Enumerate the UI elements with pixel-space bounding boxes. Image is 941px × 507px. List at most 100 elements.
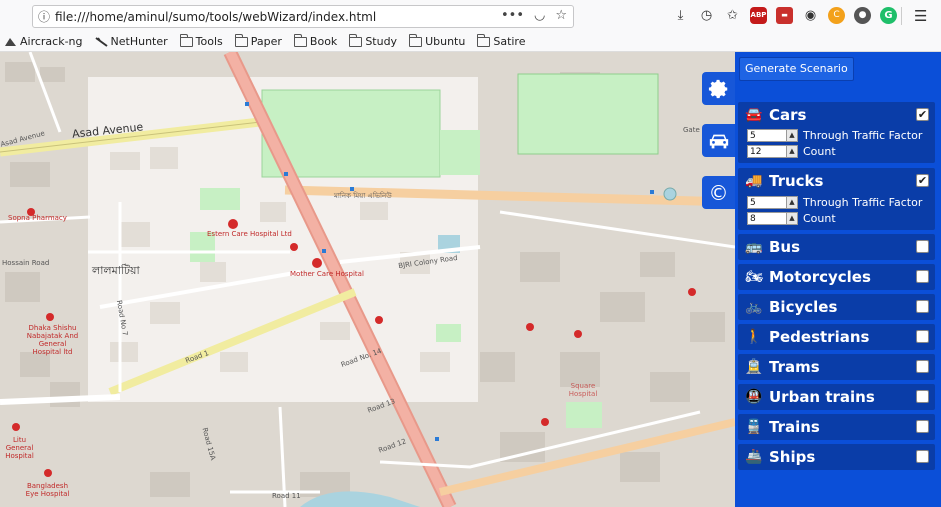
bookmark-nethunter[interactable]: NetHunter — [94, 35, 168, 48]
mode-title: Pedestrians — [769, 328, 870, 346]
map-canvas[interactable]: Asad Avenue Asad Avenue Estern Care Hosp… — [0, 52, 735, 507]
mode-title: Motorcycles — [769, 268, 871, 286]
bus-checkbox[interactable] — [916, 240, 929, 253]
row-label: Count — [803, 212, 836, 225]
pocket-icon[interactable]: ◡ — [534, 8, 545, 23]
mode-ships: 🚢 Ships — [738, 444, 935, 470]
motorcycle-icon: 🏍 — [745, 269, 763, 285]
clipper-icon[interactable]: C — [828, 7, 845, 24]
pedestrian-icon: 🚶 — [745, 329, 763, 345]
bookmark-paper[interactable]: Paper — [234, 33, 282, 48]
cars-through-traffic-input[interactable]: 5 — [747, 129, 787, 142]
bookmark-satire[interactable]: Satire — [477, 33, 525, 48]
copyright-tab[interactable]: © — [702, 176, 735, 209]
mode-title: Bus — [769, 238, 801, 256]
bookmark-study[interactable]: Study — [349, 33, 397, 48]
gate-label: Gate — [683, 126, 700, 134]
mode-trucks: 🚚 Trucks ✔ 5 ▲ Through Traffic Factor 8 … — [738, 168, 935, 230]
ship-icon: 🚢 — [745, 449, 763, 465]
hospital-label: Sopna Pharmacy — [8, 214, 67, 222]
dark-addon-icon[interactable]: ● — [854, 7, 871, 24]
url-bar[interactable]: ⓘ file:///home/aminul/sumo/tools/webWiza… — [32, 5, 574, 28]
info-icon[interactable]: ⓘ — [33, 8, 55, 25]
mode-trains: 🚆 Trains — [738, 414, 935, 440]
row-label: Through Traffic Factor — [803, 196, 923, 209]
nethunter-icon — [94, 36, 108, 47]
url-text[interactable]: file:///home/aminul/sumo/tools/webWizard… — [55, 10, 376, 24]
train-icon: 🚆 — [745, 419, 763, 435]
rss-icon[interactable]: ▬ — [776, 7, 793, 24]
road-label: মানিক মিয়া এভিনিউ — [334, 192, 392, 200]
spinner-icon[interactable]: ▲ — [787, 129, 798, 142]
mode-cars: 🚘 Cars ✔ 5 ▲ Through Traffic Factor 12 ▲… — [738, 102, 935, 163]
cars-count-input[interactable]: 12 — [747, 145, 787, 158]
trucks-checkbox[interactable]: ✔ — [916, 174, 929, 187]
aircrack-icon — [5, 37, 16, 46]
page-actions-icon[interactable]: ••• — [501, 8, 524, 23]
hospital-label: Mother Care Hospital — [290, 270, 364, 278]
truck-icon: 🚚 — [745, 173, 763, 189]
row-label: Through Traffic Factor — [803, 129, 923, 142]
bookmark-tools[interactable]: Tools — [179, 33, 223, 48]
row-label: Count — [803, 145, 836, 158]
devtools-icon[interactable]: ◉ — [802, 7, 819, 24]
browser-toolbar: ⓘ file:///home/aminul/sumo/tools/webWiza… — [0, 0, 941, 32]
road-label: Hossain Road — [2, 259, 50, 267]
car-icon — [709, 134, 728, 148]
road-label: Road 11 — [272, 492, 301, 500]
mode-title: Trains — [769, 418, 820, 436]
trucks-through-traffic-input[interactable]: 5 — [747, 196, 787, 209]
bookmarks-bar: Aircrack-ng NetHunter Tools Paper Book S… — [0, 32, 941, 52]
folder-icon — [349, 33, 363, 47]
download-icon[interactable]: ⤓ — [672, 7, 689, 24]
trams-checkbox[interactable] — [916, 360, 929, 373]
hamburger-menu-icon[interactable]: ☰ — [914, 7, 927, 25]
mode-urban-trains: 🚇 Urban trains — [738, 384, 935, 410]
trains-checkbox[interactable] — [916, 420, 929, 433]
tram-icon: 🚊 — [745, 359, 763, 375]
spinner-icon[interactable]: ▲ — [787, 145, 798, 158]
subway-icon: 🚇 — [745, 389, 763, 405]
ships-checkbox[interactable] — [916, 450, 929, 463]
history-icon[interactable]: ◷ — [698, 7, 715, 24]
car-icon: 🚘 — [745, 107, 763, 123]
mode-title: Bicycles — [769, 298, 838, 316]
settings-tab[interactable] — [702, 72, 735, 105]
vehicles-tab[interactable] — [702, 124, 735, 157]
trucks-count-input[interactable]: 8 — [747, 212, 787, 225]
toolbar-separator — [901, 7, 902, 25]
spinner-icon[interactable]: ▲ — [787, 212, 798, 225]
star-icon[interactable]: ☆ — [555, 8, 567, 23]
urban-trains-checkbox[interactable] — [916, 390, 929, 403]
cars-checkbox[interactable]: ✔ — [916, 108, 929, 121]
reader-icon[interactable]: ✩ — [724, 7, 741, 24]
spinner-icon[interactable]: ▲ — [787, 196, 798, 209]
bus-icon: 🚌 — [745, 239, 763, 255]
grammarly-icon[interactable]: G — [880, 7, 897, 24]
bookmark-aircrack[interactable]: Aircrack-ng — [4, 35, 83, 48]
motorcycles-checkbox[interactable] — [916, 270, 929, 283]
hospital-label: Dhaka Shishu Nabajatak And General Hospi… — [26, 324, 79, 356]
mode-bus: 🚌 Bus — [738, 234, 935, 260]
mode-title: Cars — [769, 106, 807, 124]
hospital-label: Estern Care Hospital Ltd — [207, 230, 292, 238]
hospital-label: Bangladesh Eye Hospital — [25, 482, 70, 498]
mode-bicycles: 🚲 Bicycles — [738, 294, 935, 320]
folder-icon — [179, 33, 193, 47]
bicycles-checkbox[interactable] — [916, 300, 929, 313]
bookmark-book[interactable]: Book — [293, 33, 337, 48]
mode-pedestrians: 🚶 Pedestrians — [738, 324, 935, 350]
folder-icon — [409, 33, 423, 47]
mode-title: Trucks — [769, 172, 824, 190]
bookmark-ubuntu[interactable]: Ubuntu — [409, 33, 465, 48]
mode-title: Trams — [769, 358, 820, 376]
hospital-label: Litu General Hospital — [5, 436, 34, 460]
gear-icon — [708, 79, 727, 98]
copyright-icon: © — [708, 180, 729, 205]
pedestrians-checkbox[interactable] — [916, 330, 929, 343]
mode-title: Ships — [769, 448, 816, 466]
generate-scenario-button[interactable]: Generate Scenario — [739, 57, 854, 81]
abp-icon[interactable]: ABP — [750, 7, 767, 24]
mode-motorcycles: 🏍 Motorcycles — [738, 264, 935, 290]
mode-trams: 🚊 Trams — [738, 354, 935, 380]
